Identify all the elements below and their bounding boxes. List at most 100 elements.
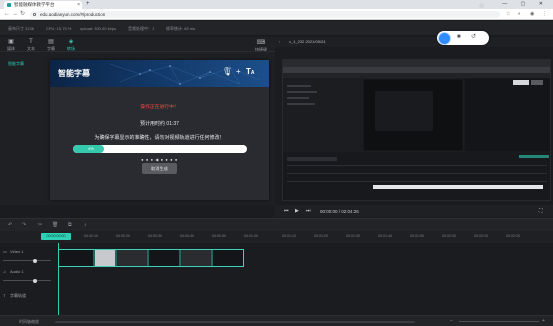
ruler-tick: 00:01:50 bbox=[410, 234, 424, 238]
timeline-toolbar: ↶ ↷ ✂ 🗑︎ ⧉ ♪ bbox=[0, 218, 553, 231]
reset-icon[interactable]: ↺ bbox=[471, 34, 476, 41]
dialog-eta: 预计用时约 01:37 bbox=[140, 121, 179, 127]
video-clip[interactable] bbox=[58, 249, 244, 267]
preview-app-content bbox=[283, 73, 550, 200]
step-forward-icon[interactable]: ⏭ bbox=[306, 207, 311, 215]
ruler-tick: 00:01:20 bbox=[314, 234, 328, 238]
ruler-tick: 00:00:40 bbox=[180, 234, 194, 238]
preview-screen bbox=[282, 59, 551, 201]
back-icon[interactable]: ← bbox=[4, 11, 10, 18]
ruler-tick: 00:02:00 bbox=[442, 234, 456, 238]
zoom-slider[interactable] bbox=[459, 321, 539, 323]
ruler-tick: 00:01:00 bbox=[244, 234, 258, 238]
track-label: 字幕轨道 bbox=[10, 293, 26, 298]
track-label: Audio 1 bbox=[10, 269, 24, 274]
cpu-stat: CPU: 15.75 % bbox=[46, 26, 72, 31]
ruler-tick: 00:02:10 bbox=[474, 234, 488, 238]
clip-thumbnail bbox=[59, 250, 93, 266]
upload-stat: upload: 300.00 kbps bbox=[80, 26, 117, 31]
ruler-tick: 00:01:10 bbox=[282, 234, 296, 238]
progress-bar: 4% bbox=[73, 145, 247, 153]
plus-icon: + bbox=[236, 67, 241, 76]
address-bar: ← → ↻ edu.aodianyun.com/#/production ☆ ◐… bbox=[0, 9, 553, 20]
tab-title: 智能融媒体教学平台 bbox=[14, 2, 55, 7]
window-controls[interactable]: — ▢ ✕ bbox=[502, 0, 549, 9]
clip-thumbnail bbox=[213, 250, 243, 266]
ruler-tick: 00:00:10 bbox=[84, 234, 98, 238]
ruler-tick: 00:02:20 bbox=[506, 234, 520, 238]
clip-thumbnail bbox=[95, 250, 115, 266]
timeline-ruler[interactable]: 00:00:00 00:00:10 00:00:20 00:00:30 00:0… bbox=[0, 231, 553, 243]
stop-icon[interactable]: ■ bbox=[457, 34, 461, 41]
audio-stat: 音频处理中：1 bbox=[128, 26, 155, 31]
bookmark-star-icon[interactable]: ☆ bbox=[506, 11, 510, 18]
slider-knob[interactable] bbox=[33, 258, 37, 263]
progress-fill: 4% bbox=[73, 145, 105, 153]
preview-time: 00:00:00 / 02:04:26 bbox=[320, 209, 359, 214]
clip-thumbnail bbox=[181, 250, 211, 266]
fullscreen-icon[interactable]: ⛶ bbox=[539, 207, 543, 215]
browser-tab[interactable]: 智能融媒体教学平台 × bbox=[4, 1, 82, 9]
step-back-icon[interactable]: ⏮ bbox=[284, 207, 289, 215]
mic-icon[interactable]: ♪ bbox=[84, 222, 87, 229]
text-size-icon: TA bbox=[246, 67, 255, 76]
redo-icon[interactable]: ↷ bbox=[22, 222, 26, 229]
side-category-label[interactable]: 智能字幕 bbox=[8, 61, 24, 67]
forward-icon[interactable]: → bbox=[12, 11, 18, 18]
close-tab-icon[interactable]: × bbox=[77, 1, 80, 9]
new-tab-button[interactable]: + bbox=[86, 0, 90, 9]
delete-icon[interactable]: 🗑︎ bbox=[52, 222, 58, 229]
preview-header: ‹ v_1_232 2021/05/24 bbox=[275, 37, 553, 47]
progress-label: 4% bbox=[88, 146, 94, 151]
text-icon: T bbox=[29, 39, 33, 45]
video-track-icon: ▭ bbox=[3, 249, 7, 254]
url-field[interactable]: edu.aodianyun.com/#/production bbox=[30, 11, 500, 18]
preview-content-graphic bbox=[283, 73, 550, 200]
slider-knob[interactable] bbox=[33, 278, 37, 283]
ruler-tick: 00:00:50 bbox=[212, 234, 226, 238]
track-label: Video 1 bbox=[10, 249, 24, 254]
toolbar-divider bbox=[0, 51, 275, 52]
dialog-header: 智能字幕 🎙︎ + TA bbox=[50, 60, 269, 87]
zoom-label: 时间轴缩放 bbox=[19, 319, 39, 324]
audio-track-icon: ♫ bbox=[3, 269, 6, 274]
ruler-tick: 00:00:20 bbox=[116, 234, 130, 238]
split-icon[interactable]: ✂ bbox=[38, 222, 42, 229]
reload-icon[interactable]: ↻ bbox=[20, 11, 25, 18]
preview-back-icon[interactable]: ‹ bbox=[279, 37, 280, 47]
cancel-generation-button[interactable]: 取消生成 bbox=[142, 163, 177, 174]
zoom-in-icon[interactable]: + bbox=[542, 318, 545, 324]
url-text: edu.aodianyun.com/#/production bbox=[40, 12, 106, 17]
clip-thumbnail bbox=[149, 250, 179, 266]
subtitle-track-icon: T bbox=[3, 293, 6, 298]
timeline-scrollbar[interactable] bbox=[55, 321, 415, 323]
playhead-line[interactable] bbox=[58, 243, 59, 315]
ruler-tick: 00:01:40 bbox=[378, 234, 392, 238]
browser-tabbar: 智能融媒体教学平台 × + — ▢ ✕ bbox=[0, 0, 553, 9]
play-icon[interactable]: ▶ bbox=[295, 207, 299, 215]
dialog-message: 为确保字幕显示的准确性，请勿对视频轨道进行任何修改！ bbox=[94, 135, 225, 141]
undo-icon[interactable]: ↶ bbox=[8, 222, 12, 229]
video-volume-slider[interactable] bbox=[3, 258, 51, 263]
extension-icon[interactable]: ◐ bbox=[518, 11, 521, 18]
zoom-slider-knob[interactable] bbox=[479, 3, 484, 8]
playhead-time[interactable]: 00:00:00:00 bbox=[41, 233, 71, 240]
profile-icon[interactable]: ◉ bbox=[530, 11, 534, 18]
dialog-warning: 操作正在进行中！ bbox=[140, 105, 179, 110]
site-favicon-icon bbox=[7, 3, 11, 7]
transition-icon: ◈ bbox=[68, 39, 74, 45]
timeline-footer: 时间轴缩放 − + bbox=[0, 315, 553, 326]
zoom-out-icon[interactable]: − bbox=[450, 318, 453, 324]
menu-dots-icon[interactable]: ⋮ bbox=[542, 11, 547, 18]
record-button[interactable] bbox=[438, 32, 451, 45]
subtitle-icon: ▤ bbox=[48, 39, 54, 45]
carousel-dots: ● ● ● ◀ ● ● ● ● bbox=[141, 157, 178, 162]
ruler-tick: 00:01:30 bbox=[346, 234, 360, 238]
crop-icon[interactable]: ⧉ bbox=[68, 222, 72, 229]
preview-title: v_1_232 2021/05/24 bbox=[289, 39, 326, 44]
lock-icon bbox=[33, 13, 36, 16]
frame-stat: 帧率统计: 65 ms bbox=[166, 26, 196, 31]
audio-volume-slider[interactable] bbox=[3, 278, 51, 283]
microphone-icon: 🎙︎ bbox=[222, 67, 233, 76]
smart-subtitle-dialog: 智能字幕 🎙︎ + TA 操作正在进行中！ 预计用时约 01:37 为确保字幕显… bbox=[50, 60, 269, 200]
